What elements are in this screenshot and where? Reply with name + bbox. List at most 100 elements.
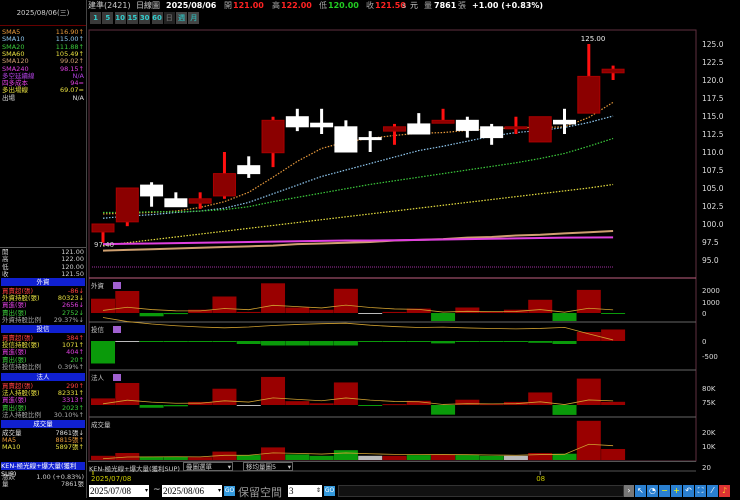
volume-bar [382,455,407,460]
volume-bar [236,455,261,460]
volume-tick: 20K [702,429,716,437]
candle-body [212,173,236,197]
foreign-bar [358,313,383,314]
trust-bar [212,341,237,342]
price-tick: 112.5 [702,130,724,139]
pointer-icon[interactable]: ↖ [635,485,646,497]
institutional-tick: 75K [702,399,716,407]
institutional-bar [163,405,188,407]
trust-bar [576,332,601,341]
trust-bar [528,341,553,343]
price-tick: 125.0 [702,40,724,49]
x-label-start: 2025/07/08 [91,475,131,483]
avg-volume-dropdown[interactable]: 移均量圖5 ▾ [243,462,293,471]
clock-icon[interactable]: ◔ [647,485,658,497]
foreign-bar [139,313,164,317]
price-tick: 97.5 [702,238,719,247]
trust-bar [333,341,358,346]
foreign-bar [455,307,480,313]
volume-tick: 10K [702,443,716,451]
zoom-in-icon[interactable]: + [671,485,682,497]
foreign-bar [163,313,188,315]
foreign-bar [333,288,358,313]
stock-chart[interactable]: 125.0 122.5 120.0 117.5 115.0 112.5 110.0 107.5… [0,0,740,498]
foreign-tick: 2000 [702,287,720,295]
volume-bar [188,457,213,460]
volume-bar [601,448,626,460]
foreign-bar [236,311,261,313]
trust-bar [139,341,164,342]
price-tick: 117.5 [702,94,724,103]
foreign-bar [261,283,286,313]
candle-body [140,184,164,197]
settings-icon[interactable] [113,374,121,381]
ma-line-sma60 [102,183,614,247]
volume-bar [503,455,528,460]
trust-trend-line [102,317,614,341]
start-date-value: 2025/07/08 [90,486,132,496]
volume-bar [528,453,553,460]
subchart-toolbar: KEN-極光線+爆大量(獲利SUP) 疊圖選單 ▾ 移均量圖5 ▾ [88,461,696,473]
trust-bar [261,341,286,346]
candle-body [504,126,528,130]
foreign-panel-title: 外資 [91,281,105,290]
institutional-bar [261,376,286,405]
trust-tick: -500 [702,353,718,361]
candle-body [577,75,601,114]
volume-bar [406,455,431,460]
price-tick: 95.0 [702,256,719,265]
institutional-bar [285,401,310,405]
end-date-value: 2025/08/06 [163,486,205,496]
price-tick: 110.0 [702,148,724,157]
price-tick: 102.5 [702,202,724,211]
volume-bar [455,455,480,460]
reserve-space-value: 3 [289,486,294,496]
start-date-input[interactable]: 2025/07/08 ▾ [89,485,149,497]
zoom-out-icon[interactable]: − [659,485,670,497]
volume-bar [115,453,140,460]
institutional-bar [212,388,237,405]
end-date-input[interactable]: 2025/08/06 ▾ [162,485,222,497]
foreign-bar [309,309,334,313]
low-annotation: 97.40 [94,241,114,249]
institutional-bar [601,401,626,405]
price-tick: 115.0 [702,112,724,121]
draw-line-icon[interactable]: ⁄ [707,485,718,497]
candle-body [407,123,431,135]
overlay-dropdown-value: 疊圖選單 [186,463,212,471]
candle-body [553,119,577,125]
trust-panel-title: 投信 [91,325,105,334]
chevron-down-icon: ▾ [227,463,231,471]
alert-bell-icon[interactable]: ♪ [719,485,730,497]
chart-frame [88,29,697,462]
volume-bar [479,455,504,460]
candle-body [334,126,358,153]
candle-body [91,223,115,233]
candle-body [237,165,261,175]
price-tick: 107.5 [702,166,724,175]
scroll-right-button[interactable]: › [624,485,634,497]
candle-body [188,198,212,204]
high-annotation: 125.00 [581,35,606,43]
foreign-tick: 1000 [702,299,720,307]
institutional-bar [309,403,334,405]
undo-icon[interactable]: ↶ [683,485,694,497]
trust-bar [406,341,431,342]
trust-bar [358,341,383,342]
trust-bar [236,341,261,344]
horizontal-scrollbar[interactable] [338,485,624,497]
trust-bar [163,341,188,342]
go-button-reserve[interactable]: GO [324,486,335,496]
settings-icon[interactable] [113,326,121,333]
price-tick: 105.0 [702,184,724,193]
overlay-dropdown[interactable]: 疊圖選單 ▾ [183,462,233,471]
dropdown-icon: ▾ [217,488,221,494]
candle-body [601,68,625,74]
go-button[interactable]: GO [224,486,235,496]
trust-bar [601,329,626,341]
settings-icon[interactable] [113,282,121,289]
fit-screen-icon[interactable]: ⛶ [695,485,706,497]
reserve-space-stepper[interactable]: 3 ⇕ [288,485,322,497]
price-tick: 120.0 [702,76,724,85]
candle-body [455,119,479,131]
